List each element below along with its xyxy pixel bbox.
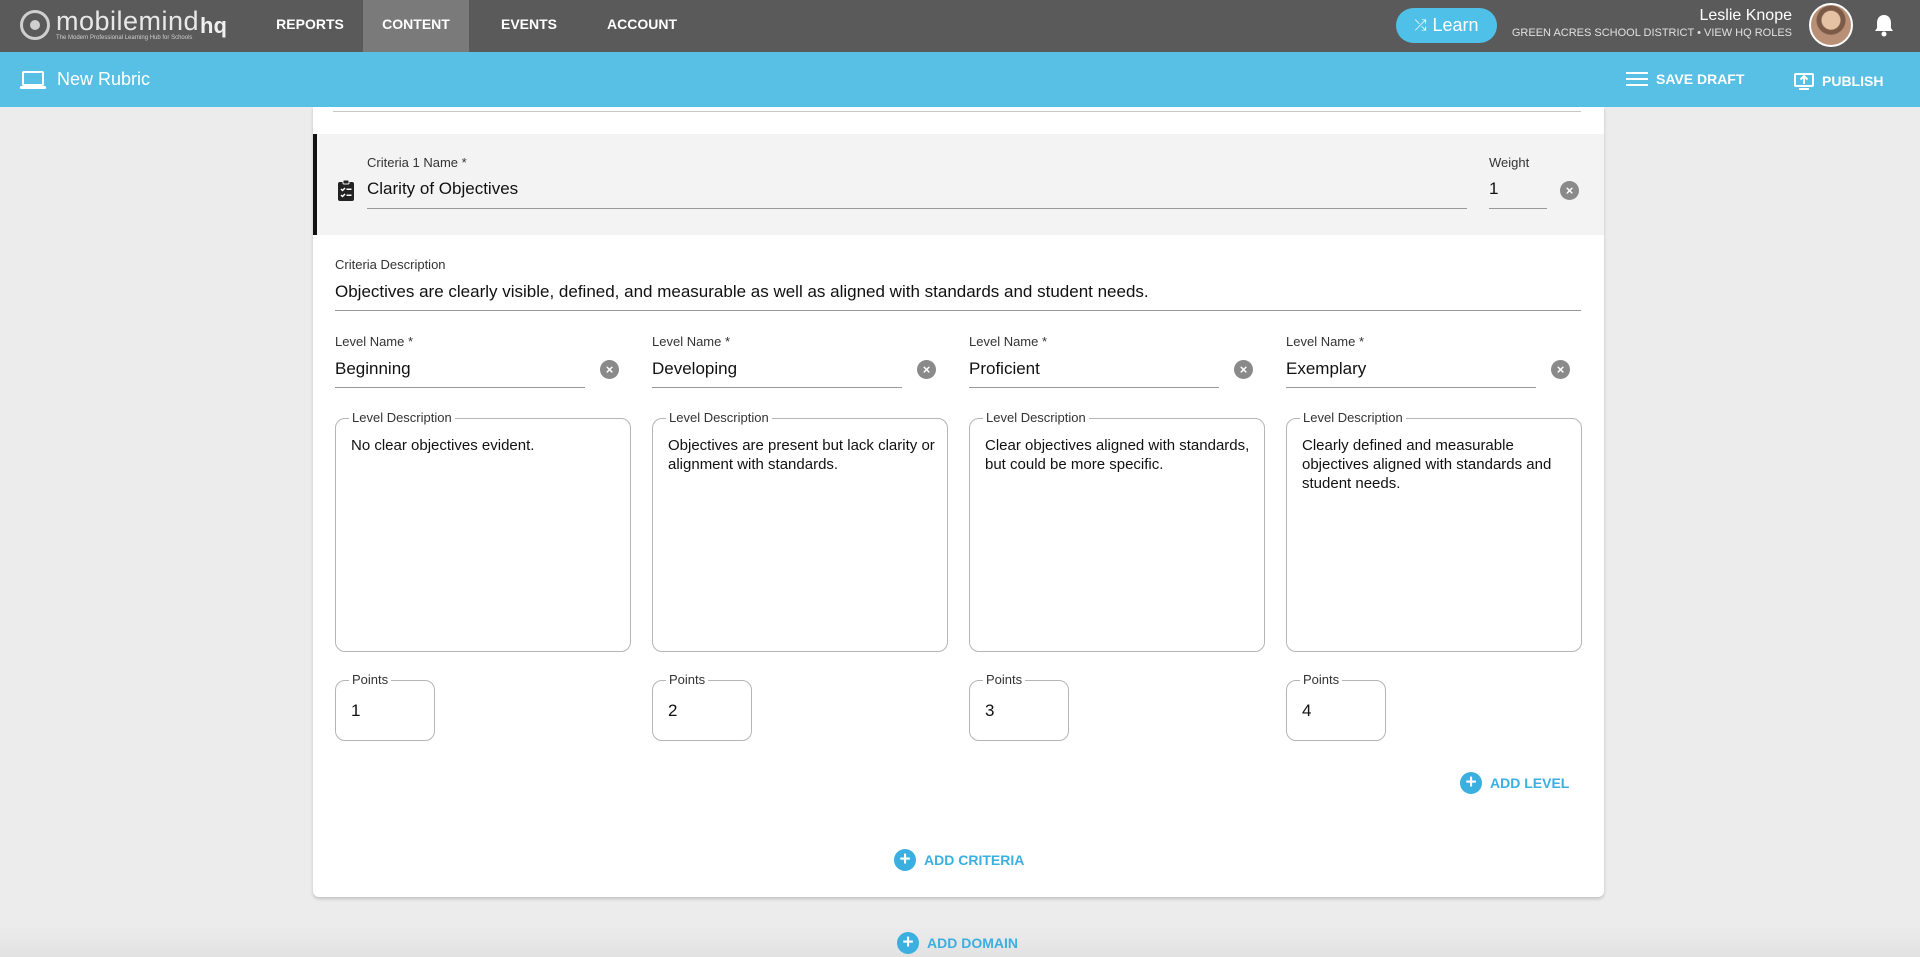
user-name: Leslie Knope <box>1699 7 1792 24</box>
points-value: 1 <box>351 701 361 720</box>
remove-level-icon[interactable]: × <box>1551 360 1570 379</box>
level-description-field[interactable]: Level Description No clear objectives ev… <box>335 410 631 652</box>
learn-button[interactable]: ⤮ Learn <box>1396 8 1497 43</box>
shuffle-icon: ⤮ <box>1414 17 1427 34</box>
level-name-input-proficient[interactable]: Proficient <box>969 359 1040 379</box>
remove-level-icon[interactable]: × <box>1234 360 1253 379</box>
criteria-name-label: Criteria 1 Name * <box>367 155 467 170</box>
weight-label: Weight <box>1489 155 1530 170</box>
points-field[interactable]: Points 3 <box>969 672 1069 741</box>
learn-label: Learn <box>1432 15 1479 35</box>
points-value: 2 <box>668 701 678 720</box>
points-value: 3 <box>985 701 995 720</box>
level-description-text: Objectives are present but lack clarity … <box>668 437 935 473</box>
level-description-text: No clear objectives evident. <box>351 437 535 454</box>
points-label: Points <box>983 672 1026 687</box>
add-domain-button[interactable]: + ADD DOMAIN <box>897 932 1018 954</box>
level-name-label: Level Name * <box>1286 334 1365 349</box>
publish-label: PUBLISH <box>1822 73 1884 89</box>
criteria-name-input[interactable]: Clarity of Objectives <box>367 179 518 199</box>
plus-circle-icon: + <box>894 849 916 871</box>
logo-hq: hq <box>200 13 227 38</box>
save-draft-button[interactable]: SAVE DRAFT <box>1626 71 1744 87</box>
logo-mark-icon <box>20 10 50 40</box>
level-description-label: Level Description <box>666 410 772 425</box>
points-label: Points <box>349 672 392 687</box>
level-name-label: Level Name * <box>335 334 414 349</box>
level-description-label: Level Description <box>349 410 455 425</box>
criteria-description-input[interactable]: Objectives are clearly visible, defined,… <box>335 282 1149 302</box>
logo[interactable]: mobilemind The Modern Professional Learn… <box>20 8 199 42</box>
add-level-label: ADD LEVEL <box>1490 775 1570 791</box>
plus-circle-icon: + <box>897 932 919 954</box>
user-info[interactable]: Leslie Knope GREEN ACRES SCHOOL DISTRICT… <box>1512 7 1792 39</box>
add-criteria-button[interactable]: + ADD CRITERIA <box>894 849 1024 871</box>
add-domain-label: ADD DOMAIN <box>927 935 1018 951</box>
avatar[interactable] <box>1809 3 1853 47</box>
level-description-text: Clear objectives aligned with standards,… <box>985 437 1250 473</box>
nav-events[interactable]: EVENTS <box>484 0 574 52</box>
weight-input[interactable]: 1 <box>1489 179 1498 199</box>
points-field[interactable]: Points 1 <box>335 672 435 741</box>
bell-icon[interactable] <box>1873 13 1895 37</box>
divider <box>333 111 1581 112</box>
level-description-field[interactable]: Level Description Clear objectives align… <box>969 410 1265 652</box>
level-description-field[interactable]: Level Description Clearly defined and me… <box>1286 410 1582 652</box>
laptop-icon <box>20 71 46 89</box>
level-name-input-developing[interactable]: Developing <box>652 359 737 379</box>
add-level-button[interactable]: + ADD LEVEL <box>1460 772 1569 794</box>
add-criteria-label: ADD CRITERIA <box>924 852 1025 868</box>
lines-icon <box>1626 72 1648 86</box>
nav-account[interactable]: ACCOUNT <box>592 0 692 52</box>
level-description-text: Clearly defined and measurable objective… <box>1302 437 1552 492</box>
level-name-label: Level Name * <box>969 334 1048 349</box>
publish-button[interactable]: PUBLISH <box>1794 71 1883 91</box>
points-label: Points <box>666 672 709 687</box>
logo-tagline: The Modern Professional Learning Hub for… <box>56 35 193 41</box>
save-draft-label: SAVE DRAFT <box>1656 71 1745 87</box>
rubric-card: Criteria 1 Name * Clarity of Objectives … <box>313 107 1604 897</box>
level-name-input-beginning[interactable]: Beginning <box>335 359 411 379</box>
top-nav: mobilemind The Modern Professional Learn… <box>0 0 1920 52</box>
points-label: Points <box>1300 672 1343 687</box>
points-field[interactable]: Points 4 <box>1286 672 1386 741</box>
remove-criteria-icon[interactable]: × <box>1560 181 1579 200</box>
level-description-label: Level Description <box>983 410 1089 425</box>
remove-level-icon[interactable]: × <box>600 360 619 379</box>
criteria-description-label: Criteria Description <box>335 257 446 272</box>
nav-reports[interactable]: REPORTS <box>262 0 358 52</box>
plus-circle-icon: + <box>1460 772 1482 794</box>
level-name-input-exemplary[interactable]: Exemplary <box>1286 359 1366 379</box>
level-name-label: Level Name * <box>652 334 731 349</box>
nav-content[interactable]: CONTENT <box>363 0 469 52</box>
level-description-label: Level Description <box>1300 410 1406 425</box>
upload-icon <box>1794 73 1814 90</box>
logo-name: mobilemind <box>56 6 200 36</box>
remove-level-icon[interactable]: × <box>917 360 936 379</box>
criteria-header-row: Criteria 1 Name * Clarity of Objectives … <box>313 134 1604 235</box>
points-field[interactable]: Points 2 <box>652 672 752 741</box>
clipboard-icon <box>338 180 354 201</box>
page-title: New Rubric <box>57 69 151 89</box>
user-district[interactable]: GREEN ACRES SCHOOL DISTRICT • VIEW HQ RO… <box>1512 27 1792 39</box>
points-value: 4 <box>1302 701 1312 720</box>
level-description-field[interactable]: Level Description Objectives are present… <box>652 410 948 652</box>
sub-header: New Rubric SAVE DRAFT PUBLISH <box>0 52 1920 107</box>
